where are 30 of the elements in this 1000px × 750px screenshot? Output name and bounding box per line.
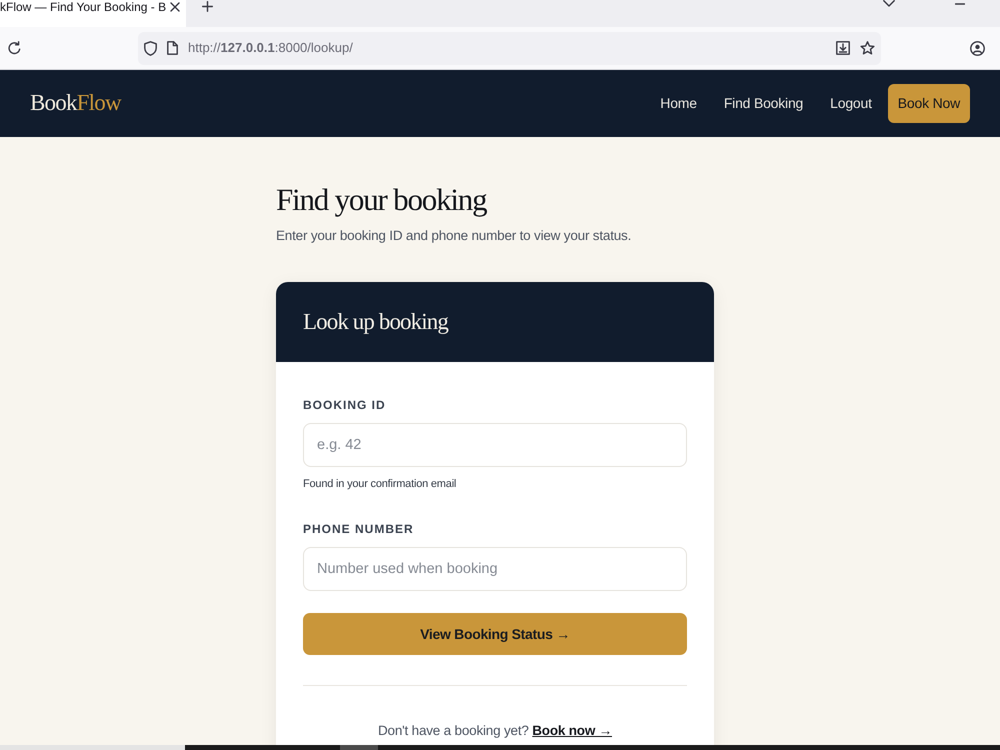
submit-button[interactable]: View Booking Status → xyxy=(303,613,687,655)
url-text: http://127.0.0.1:8000/lookup/ xyxy=(188,39,353,58)
input-field[interactable]: e.g. 42 xyxy=(303,423,687,467)
reload-icon[interactable] xyxy=(8,41,21,55)
nav-link[interactable]: Find Booking xyxy=(724,93,804,114)
field-label: BOOKING ID xyxy=(303,398,387,412)
nav-link[interactable]: Logout xyxy=(830,93,872,114)
brand-logo[interactable]: BookFlow xyxy=(30,86,121,121)
page-icon xyxy=(167,41,178,55)
shield-icon xyxy=(144,40,157,56)
address-bar[interactable]: http://127.0.0.1:8000/lookup/ xyxy=(138,32,881,64)
nav-link[interactable]: Home xyxy=(660,93,697,114)
card-title: Look up booking xyxy=(303,308,448,336)
minimize-icon[interactable] xyxy=(955,3,965,5)
tab-title: kFlow — Find Your Booking - B xyxy=(0,0,166,14)
download-icon[interactable] xyxy=(836,41,850,55)
page-subtitle: Enter your booking ID and phone number to view your status. xyxy=(276,227,632,245)
help-text: Found in your confirmation email xyxy=(303,477,458,491)
book-now-link[interactable]: Book now → xyxy=(532,723,612,738)
account-icon[interactable] xyxy=(970,40,985,56)
input-field[interactable]: Number used when booking xyxy=(303,547,687,591)
close-icon[interactable] xyxy=(170,2,180,12)
chevron-down-icon[interactable] xyxy=(883,0,895,7)
field-label: PHONE NUMBER xyxy=(303,522,415,536)
page-title: Find your booking xyxy=(276,181,488,219)
star-icon[interactable] xyxy=(860,41,875,55)
footer-text: Don't have a booking yet? Book now → xyxy=(377,722,613,739)
book-now-button[interactable]: Book Now xyxy=(888,84,970,123)
plus-icon[interactable] xyxy=(202,1,214,12)
browser-tab[interactable]: kFlow — Find Your Booking - B xyxy=(0,0,186,27)
